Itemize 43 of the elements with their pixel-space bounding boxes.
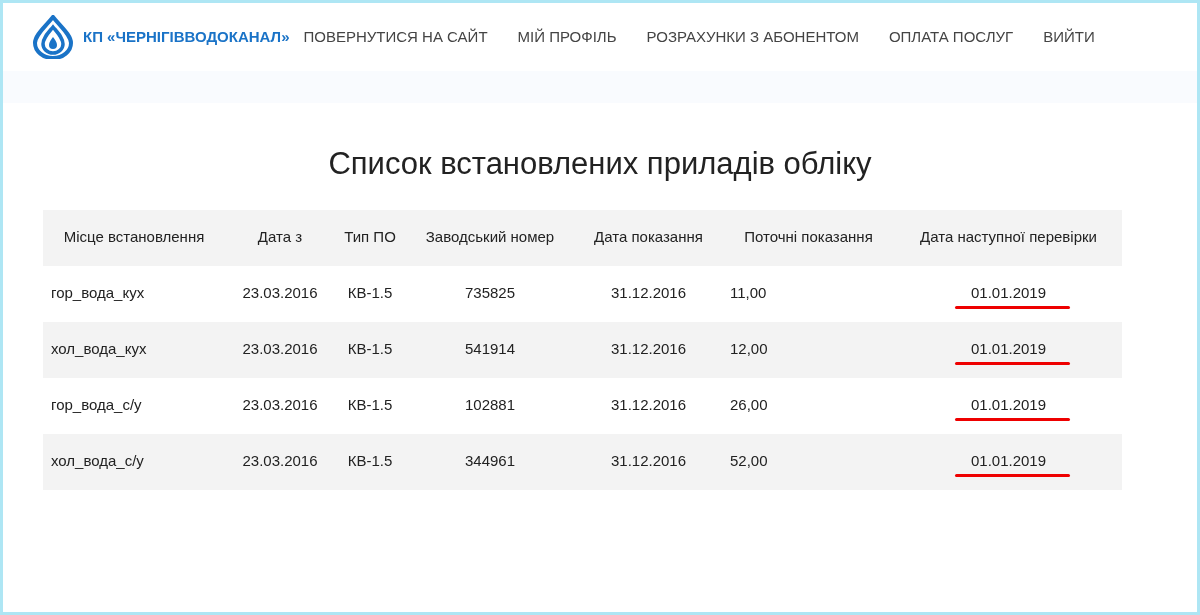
table-cell-text: 102881	[464, 395, 516, 416]
column-header: Дата з	[256, 227, 304, 248]
table-cell-text: 541914	[464, 339, 516, 360]
column-header: Дата показання	[593, 227, 704, 248]
water-drop-logo-icon	[33, 15, 73, 59]
table-cell-text: 23.03.2016	[242, 339, 318, 360]
column-header: Дата наступної перевірки	[919, 227, 1098, 248]
table-cell: 01.01.2019	[970, 340, 1047, 358]
nav-link[interactable]: РОЗРАХУНКИ З АБОНЕНТОМ	[646, 25, 859, 49]
table-cell-text: хол_вода_с/у	[51, 451, 144, 472]
table-cell-text: КВ-1.5	[347, 395, 393, 416]
table-cell-text: 11,00	[730, 283, 767, 304]
nav-link[interactable]: ВИЙТИ	[1043, 25, 1095, 49]
nav-link[interactable]: МІЙ ПРОФІЛЬ	[517, 25, 617, 49]
table-cell: 01.01.2019	[970, 396, 1047, 414]
table-cell-text: 31.12.2016	[610, 451, 687, 472]
nav-link[interactable]: ПОВЕРНУТИСЯ НА САЙТ	[303, 25, 488, 49]
column-header: Місце встановлення	[62, 227, 206, 248]
table-cell-text: 23.03.2016	[242, 395, 318, 416]
table-cell-text: хол_вода_кух	[51, 339, 147, 360]
table-cell-text: КВ-1.5	[347, 451, 393, 472]
column-header: Тип ПО	[343, 227, 397, 248]
table-cell-text: КВ-1.5	[347, 339, 393, 360]
table-cell-text: КВ-1.5	[347, 283, 393, 304]
table-cell-text: 344961	[464, 451, 516, 472]
page-title: Список встановлених приладів обліку	[327, 145, 873, 183]
table-cell-text: гор_вода_с/у	[51, 395, 142, 416]
table-cell-text: 31.12.2016	[610, 395, 687, 416]
table-cell: 01.01.2019	[970, 452, 1047, 470]
nav-link[interactable]: ОПЛАТА ПОСЛУГ	[888, 25, 1014, 49]
table-cell-text: 23.03.2016	[242, 451, 318, 472]
table-cell-text: 23.03.2016	[242, 283, 318, 304]
table-cell-text: 735825	[464, 283, 516, 304]
table-cell-text: гор_вода_кух	[51, 283, 145, 304]
brand-name[interactable]: КП «ЧЕРНІГІВВОДОКАНАЛ»	[83, 25, 290, 49]
table-cell: 01.01.2019	[970, 284, 1047, 302]
table-cell-text: 52,00	[730, 451, 768, 472]
column-header: Заводський номер	[424, 227, 556, 248]
column-header: Поточні показання	[743, 227, 874, 248]
table-cell-text: 12,00	[730, 339, 768, 360]
table-cell-text: 31.12.2016	[610, 283, 687, 304]
table-cell-text: 31.12.2016	[610, 339, 687, 360]
table-cell-text: 26,00	[730, 395, 768, 416]
